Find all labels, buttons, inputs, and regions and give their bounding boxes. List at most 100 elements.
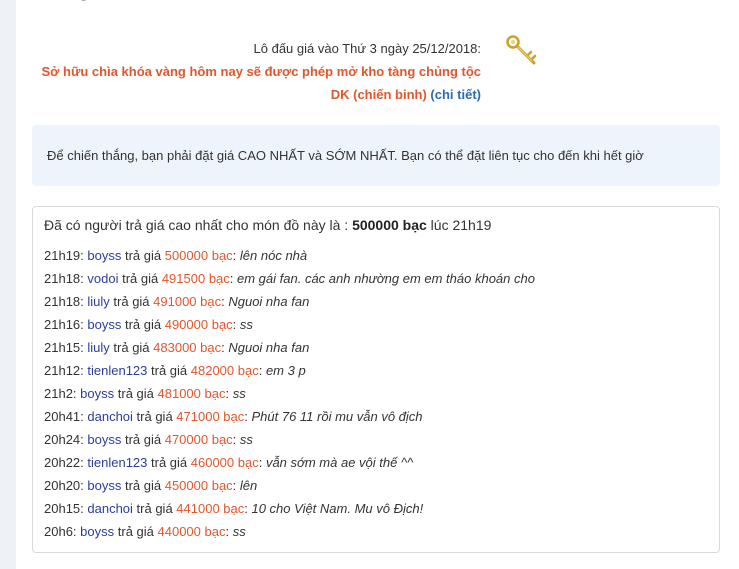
bid-amount: 471000 bạc [176,409,245,424]
bid-user[interactable]: liuly [87,294,109,309]
bid-row: 21h16: boyss trả giá 490000 bạc: ss [44,313,535,336]
bid-user[interactable]: boyss [87,432,121,447]
bid-colon: : [258,363,266,378]
bid-row: 20h6: boyss trả giá 440000 bạc: ss [44,520,535,543]
paren-close: ) [476,87,481,102]
bid-amount: 483000 bạc [153,340,222,355]
top-bid-summary: Đã có người trả giá cao nhất cho món đồ … [44,217,491,233]
bid-verb: trả giá [132,501,177,516]
auction-prize-line: Sở hữu chìa khóa vàng hôm nay sẽ được ph… [41,64,482,79]
bid-message: Nguoi nha fan [228,294,310,309]
bid-row: 20h24: boyss trả giá 470000 bạc: ss [44,428,535,451]
bid-verb: trả giá [121,317,165,332]
bid-row: 21h15: liuly trả giá 483000 bạc: Nguoi n… [44,336,535,359]
bid-message: lên [239,478,258,493]
clan-name: DK (chiến binh) [330,87,427,102]
bid-colon: : [232,478,240,493]
bid-verb: trả giá [109,340,154,355]
bid-amount: 470000 bạc [164,432,233,447]
top-bid-amount: 500000 bạc [352,217,427,233]
page-title-fragment: g [78,0,90,2]
bid-user[interactable]: tienlen123 [87,455,147,470]
auction-clan-line: DK (chiến binh) (chi tiết) [0,83,481,106]
bid-message: ss [239,432,253,447]
bid-user[interactable]: boyss [87,478,121,493]
bid-amount: 482000 bạc [190,363,259,378]
bid-colon: : [232,248,240,263]
bid-row: 20h20: boyss trả giá 450000 bạc: lên [44,474,535,497]
bid-verb: trả giá [121,478,165,493]
bid-amount: 460000 bạc [190,455,259,470]
top-bid-prefix: Đã có người trả giá cao nhất cho món đồ … [44,217,353,233]
bid-row: 21h19: boyss trả giá 500000 bạc: lên nóc… [44,244,535,267]
bid-message: Nguoi nha fan [228,340,310,355]
bid-time: 21h18: [44,294,84,309]
bid-amount: 441000 bạc [176,501,245,516]
bid-verb: trả giá [132,409,177,424]
bid-verb: trả giá [109,294,154,309]
bid-row: 20h22: tienlen123 trả giá 460000 bạc: vẫ… [44,451,535,474]
bid-user[interactable]: boyss [80,524,114,539]
bid-verb: trả giá [121,248,165,263]
bid-verb: trả giá [121,432,165,447]
bid-time: 21h15: [44,340,84,355]
bid-time: 20h15: [44,501,84,516]
bid-verb: trả giá [114,524,158,539]
bid-user[interactable]: liuly [87,340,109,355]
bid-colon: : [225,386,233,401]
bid-amount: 491000 bạc [153,294,222,309]
bid-message: ss [232,524,246,539]
golden-key-icon [506,35,537,65]
bid-time: 21h19: [44,248,84,263]
bid-user[interactable]: danchoi [87,501,133,516]
bid-row: 21h18: vodoi trả giá 491500 bạc: em gái … [44,267,535,290]
bid-time: 21h18: [44,271,84,286]
bid-verb: trả giá [147,363,191,378]
bid-user[interactable]: danchoi [87,409,133,424]
bid-user[interactable]: tienlen123 [87,363,147,378]
bid-message: Phút 76 11 rồi mu vẫn vô địch [251,409,423,424]
bid-time: 20h6: [44,524,77,539]
top-bid-time: lúc 21h19 [426,217,492,233]
bid-row: 21h2: boyss trả giá 481000 bạc: ss [44,382,535,405]
bid-message: lên nóc nhà [239,248,308,263]
bid-verb: trả giá [147,455,191,470]
bid-message: em gái fan. các anh nhường em em tháo kh… [237,271,535,286]
bid-amount: 450000 bạc [164,478,233,493]
bid-colon: : [225,524,233,539]
bid-time: 21h12: [44,363,84,378]
bid-colon: : [229,271,238,286]
bid-verb: trả giá [114,386,158,401]
bid-amount: 500000 bạc [164,248,233,263]
bid-message: ss [239,317,253,332]
bid-message: em 3 p [265,363,306,378]
bid-row: 20h15: danchoi trả giá 441000 bạc: 10 ch… [44,497,535,520]
bid-colon: : [232,432,240,447]
bid-message: 10 cho Việt Nam. Mu vô Địch! [251,501,424,516]
bid-verb: trả giá [118,271,162,286]
bid-list: 21h19: boyss trả giá 500000 bạc: lên nóc… [44,244,535,543]
bid-message: ss [232,386,246,401]
rules-notice-text: Để chiến thắng, bạn phải đặt giá CAO NHẤ… [47,148,644,163]
bid-amount: 491500 bạc [161,271,230,286]
bid-user[interactable]: boyss [87,248,121,263]
bid-time: 21h2: [44,386,77,401]
bid-amount: 481000 bạc [157,386,226,401]
bid-user[interactable]: boyss [87,317,121,332]
bid-history-panel: Đã có người trả giá cao nhất cho món đồ … [32,206,720,553]
bid-colon: : [258,455,266,470]
bid-row: 21h18: liuly trả giá 491000 bạc: Nguoi n… [44,290,535,313]
bid-colon: : [232,317,240,332]
bid-amount: 440000 bạc [157,524,226,539]
bid-user[interactable]: boyss [80,386,114,401]
bid-time: 20h41: [44,409,84,424]
bid-time: 20h24: [44,432,84,447]
rules-notice: Để chiến thắng, bạn phải đặt giá CAO NHẤ… [32,125,720,186]
auction-date-line: Lô đấu giá vào Thứ 3 ngày 25/12/2018: [253,41,481,56]
bid-amount: 490000 bạc [164,317,233,332]
bid-user[interactable]: vodoi [87,271,118,286]
bid-time: 20h22: [44,455,84,470]
bid-time: 21h16: [44,317,84,332]
details-link[interactable]: chi tiết [435,87,477,102]
bid-time: 20h20: [44,478,84,493]
